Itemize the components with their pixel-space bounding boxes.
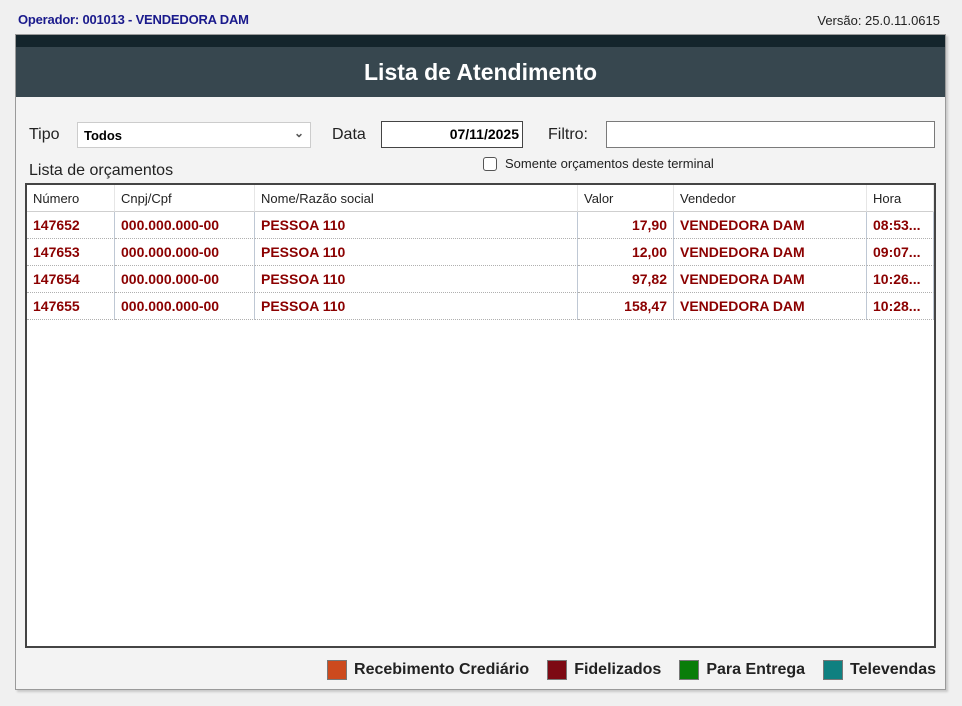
legend: Recebimento Crediário Fidelizados Para Ent… bbox=[327, 660, 936, 680]
chevron-down-icon: ⌄ bbox=[293, 126, 304, 140]
top-bar bbox=[16, 35, 945, 47]
table-cell: VENDEDORA DAM bbox=[674, 293, 867, 320]
column-header[interactable]: Vendedor bbox=[674, 185, 867, 212]
table-row[interactable]: 147652 000.000.000-00 PESSOA 110 17,90 VENDE… bbox=[27, 212, 934, 239]
table-cell: 147655 bbox=[27, 293, 115, 320]
table-cell: PESSOA 110 bbox=[255, 239, 578, 266]
legend-label: Recebimento Crediário bbox=[354, 661, 530, 678]
table-row[interactable]: 147655 000.000.000-00 PESSOA 110 158,47 VEND… bbox=[27, 293, 934, 320]
table-header: Número Cnpj/Cpf Nome/Razão social Valor Vend… bbox=[27, 185, 934, 212]
operator-label: Operador: 001013 - VENDEDORA DAM bbox=[18, 12, 249, 27]
table-cell: PESSOA 110 bbox=[255, 293, 578, 320]
tipo-select[interactable]: Todos ⌄ bbox=[77, 122, 311, 148]
table-cell: 158,47 bbox=[578, 293, 674, 320]
table-cell: 147654 bbox=[27, 266, 115, 293]
table-cell: 000.000.000-00 bbox=[115, 212, 255, 239]
filtro-label: Filtro: bbox=[548, 126, 588, 143]
table-row[interactable]: 147653 000.000.000-00 PESSOA 110 12,00 VENDE… bbox=[27, 239, 934, 266]
table-cell: 09:07... bbox=[867, 239, 934, 266]
legend-label: Para Entrega bbox=[706, 661, 806, 678]
table-cell: 12,00 bbox=[578, 239, 674, 266]
data-label: Data bbox=[332, 126, 366, 143]
table-cell: 000.000.000-00 bbox=[115, 239, 255, 266]
legend-item: Fidelizados bbox=[547, 660, 661, 680]
filter-input[interactable] bbox=[606, 121, 935, 148]
table-cell: 97,82 bbox=[578, 266, 674, 293]
legend-swatch bbox=[823, 660, 844, 680]
date-input[interactable]: 07/11/2025 bbox=[381, 121, 523, 148]
table-cell: 10:28... bbox=[867, 293, 934, 320]
legend-item: Para Entrega bbox=[679, 660, 805, 680]
table-cell: 17,90 bbox=[578, 212, 674, 239]
table-row[interactable]: 147654 000.000.000-00 PESSOA 110 97,82 VENDE… bbox=[27, 266, 934, 293]
table-cell: 000.000.000-00 bbox=[115, 293, 255, 320]
attendance-panel: Lista de Atendimento Tipo Todos ⌄ Data 0… bbox=[15, 34, 946, 690]
table-cell: VENDEDORA DAM bbox=[674, 212, 867, 239]
column-header[interactable]: Hora bbox=[867, 185, 934, 212]
tipo-label: Tipo bbox=[29, 126, 60, 143]
legend-item: Recebimento Crediário bbox=[327, 660, 529, 680]
legend-label: Fidelizados bbox=[574, 661, 662, 678]
column-header[interactable]: Nome/Razão social bbox=[255, 185, 578, 212]
quotes-table: Número Cnpj/Cpf Nome/Razão social Valor Vend… bbox=[25, 183, 936, 648]
legend-swatch bbox=[547, 660, 568, 680]
legend-item: Televendas bbox=[823, 660, 936, 680]
table-cell: 08:53... bbox=[867, 212, 934, 239]
table-cell: 147653 bbox=[27, 239, 115, 266]
table-cell: 10:26... bbox=[867, 266, 934, 293]
table-cell: 147652 bbox=[27, 212, 115, 239]
page-title: Lista de Atendimento bbox=[16, 47, 945, 97]
tipo-value: Todos bbox=[84, 128, 123, 143]
table-cell: VENDEDORA DAM bbox=[674, 239, 867, 266]
legend-swatch bbox=[327, 660, 348, 680]
list-label: Lista de orçamentos bbox=[29, 162, 174, 179]
legend-swatch bbox=[679, 660, 700, 680]
terminal-only-label[interactable]: Somente orçamentos deste terminal bbox=[505, 156, 714, 171]
legend-label: Televendas bbox=[850, 661, 936, 678]
table-cell: VENDEDORA DAM bbox=[674, 266, 867, 293]
table-cell: 000.000.000-00 bbox=[115, 266, 255, 293]
version-label: Versão: 25.0.11.0615 bbox=[817, 13, 940, 28]
table-cell: PESSOA 110 bbox=[255, 212, 578, 239]
terminal-only-checkbox[interactable] bbox=[483, 157, 497, 171]
table-cell: PESSOA 110 bbox=[255, 266, 578, 293]
column-header[interactable]: Cnpj/Cpf bbox=[115, 185, 255, 212]
column-header[interactable]: Número bbox=[27, 185, 115, 212]
column-header[interactable]: Valor bbox=[578, 185, 674, 212]
